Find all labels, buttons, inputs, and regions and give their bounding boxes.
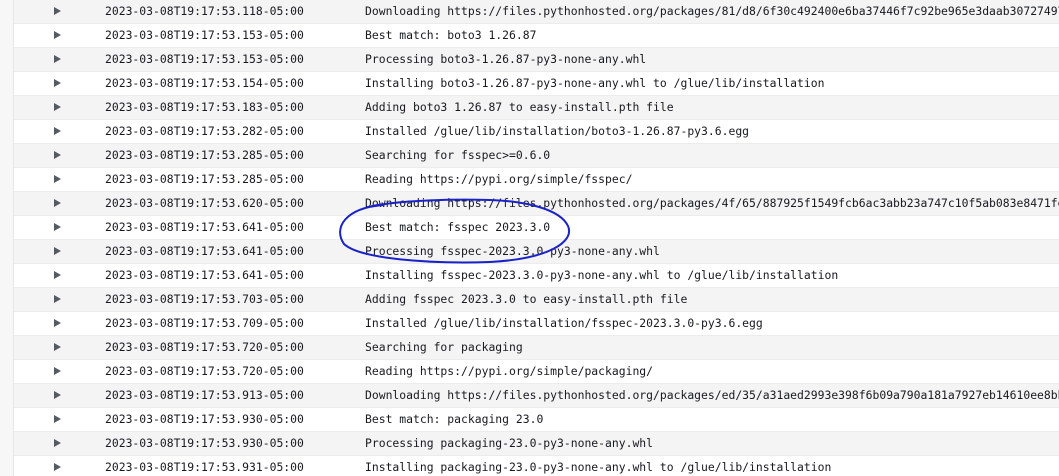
log-message: Searching for packaging — [365, 340, 523, 354]
caret-right-icon[interactable] — [54, 151, 61, 159]
log-row[interactable]: 2023-03-08T19:17:53.118-05:00 Downloading… — [14, 0, 1059, 24]
caret-right-icon[interactable] — [54, 271, 61, 279]
caret-right-icon[interactable] — [54, 319, 61, 327]
caret-right-icon[interactable] — [54, 247, 61, 255]
log-row[interactable]: 2023-03-08T19:17:53.620-05:00 Downloading… — [14, 192, 1059, 216]
caret-right-icon[interactable] — [54, 31, 61, 39]
log-message: Installing packaging-23.0-py3-none-any.w… — [365, 460, 832, 474]
log-timestamp: 2023-03-08T19:17:53.285-05:00 — [105, 172, 304, 186]
log-timestamp: 2023-03-08T19:17:53.641-05:00 — [105, 268, 304, 282]
log-row[interactable]: 2023-03-08T19:17:53.641-05:00 Processing … — [14, 240, 1059, 264]
caret-right-icon[interactable] — [54, 127, 61, 135]
log-message: Best match: boto3 1.26.87 — [365, 28, 537, 42]
log-message: Best match: fsspec 2023.3.0 — [365, 220, 551, 234]
log-row[interactable]: 2023-03-08T19:17:53.641-05:00 Installing … — [14, 264, 1059, 288]
log-message: Adding fsspec 2023.3.0 to easy-install.p… — [365, 292, 688, 306]
log-row[interactable]: 2023-03-08T19:17:53.709-05:00 Installed /… — [14, 312, 1059, 336]
log-timestamp: 2023-03-08T19:17:53.154-05:00 — [105, 76, 304, 90]
log-timestamp: 2023-03-08T19:17:53.720-05:00 — [105, 340, 304, 354]
log-message: Searching for fsspec>=0.6.0 — [365, 148, 551, 162]
log-message: Reading https://pypi.org/simple/fsspec/ — [365, 172, 633, 186]
caret-right-icon[interactable] — [54, 7, 61, 15]
caret-right-icon[interactable] — [54, 295, 61, 303]
log-row[interactable]: 2023-03-08T19:17:53.285-05:00 Reading htt… — [14, 168, 1059, 192]
log-message: Installing boto3-1.26.87-py3-none-any.wh… — [365, 76, 825, 90]
log-row[interactable]: 2023-03-08T19:17:53.282-05:00 Installed /… — [14, 120, 1059, 144]
log-timestamp: 2023-03-08T19:17:53.913-05:00 — [105, 388, 304, 402]
log-row[interactable]: 2023-03-08T19:17:53.641-05:00 Best match:… — [14, 216, 1059, 240]
log-message: Reading https://pypi.org/simple/packagin… — [365, 364, 654, 378]
log-timestamp: 2023-03-08T19:17:53.703-05:00 — [105, 292, 304, 306]
log-message: Downloading https://files.pythonhosted.o… — [365, 388, 1059, 402]
caret-right-icon[interactable] — [54, 463, 61, 471]
caret-right-icon[interactable] — [54, 223, 61, 231]
log-row[interactable]: 2023-03-08T19:17:53.183-05:00 Adding boto… — [14, 96, 1059, 120]
caret-right-icon[interactable] — [54, 199, 61, 207]
log-row[interactable]: 2023-03-08T19:17:53.913-05:00 Downloading… — [14, 384, 1059, 408]
log-timestamp: 2023-03-08T19:17:53.930-05:00 — [105, 436, 304, 450]
log-row[interactable]: 2023-03-08T19:17:53.931-05:00 Installing … — [14, 456, 1059, 476]
log-row[interactable]: 2023-03-08T19:17:53.720-05:00 Reading htt… — [14, 360, 1059, 384]
log-rows: 2023-03-08T19:17:53.118-05:00 Downloading… — [14, 0, 1059, 476]
log-timestamp: 2023-03-08T19:17:53.709-05:00 — [105, 316, 304, 330]
log-row[interactable]: 2023-03-08T19:17:53.703-05:00 Adding fssp… — [14, 288, 1059, 312]
log-message: Processing packaging-23.0-py3-none-any.w… — [365, 436, 654, 450]
left-gutter — [0, 0, 14, 476]
log-message: Installed /glue/lib/installation/boto3-1… — [365, 124, 750, 138]
log-row[interactable]: 2023-03-08T19:17:53.154-05:00 Installing … — [14, 72, 1059, 96]
log-message: Processing boto3-1.26.87-py3-none-any.wh… — [365, 52, 647, 66]
log-timestamp: 2023-03-08T19:17:53.183-05:00 — [105, 100, 304, 114]
log-row[interactable]: 2023-03-08T19:17:53.930-05:00 Best match:… — [14, 408, 1059, 432]
log-message: Downloading https://files.pythonhosted.o… — [365, 196, 1059, 210]
log-timestamp: 2023-03-08T19:17:53.930-05:00 — [105, 412, 304, 426]
log-timestamp: 2023-03-08T19:17:53.931-05:00 — [105, 460, 304, 474]
log-timestamp: 2023-03-08T19:17:53.118-05:00 — [105, 4, 304, 18]
log-message: Installed /glue/lib/installation/fsspec-… — [365, 316, 763, 330]
caret-right-icon[interactable] — [54, 439, 61, 447]
log-timestamp: 2023-03-08T19:17:53.720-05:00 — [105, 364, 304, 378]
log-events-table: 2023-03-08T19:17:53.118-05:00 Downloading… — [0, 0, 1059, 476]
log-timestamp: 2023-03-08T19:17:53.153-05:00 — [105, 52, 304, 66]
log-timestamp: 2023-03-08T19:17:53.282-05:00 — [105, 124, 304, 138]
log-row[interactable]: 2023-03-08T19:17:53.930-05:00 Processing … — [14, 432, 1059, 456]
log-timestamp: 2023-03-08T19:17:53.285-05:00 — [105, 148, 304, 162]
log-row[interactable]: 2023-03-08T19:17:53.153-05:00 Best match:… — [14, 24, 1059, 48]
log-timestamp: 2023-03-08T19:17:53.620-05:00 — [105, 196, 304, 210]
caret-right-icon[interactable] — [54, 175, 61, 183]
log-message: Installing fsspec-2023.3.0-py3-none-any.… — [365, 268, 839, 282]
caret-right-icon[interactable] — [54, 391, 61, 399]
log-timestamp: 2023-03-08T19:17:53.641-05:00 — [105, 220, 304, 234]
log-row[interactable]: 2023-03-08T19:17:53.285-05:00 Searching f… — [14, 144, 1059, 168]
caret-right-icon[interactable] — [54, 79, 61, 87]
caret-right-icon[interactable] — [54, 55, 61, 63]
caret-right-icon[interactable] — [54, 103, 61, 111]
log-timestamp: 2023-03-08T19:17:53.641-05:00 — [105, 244, 304, 258]
log-message: Downloading https://files.pythonhosted.o… — [365, 4, 1059, 18]
caret-right-icon[interactable] — [54, 367, 61, 375]
caret-right-icon[interactable] — [54, 343, 61, 351]
log-row[interactable]: 2023-03-08T19:17:53.720-05:00 Searching f… — [14, 336, 1059, 360]
log-timestamp: 2023-03-08T19:17:53.153-05:00 — [105, 28, 304, 42]
log-message: Adding boto3 1.26.87 to easy-install.pth… — [365, 100, 674, 114]
log-row[interactable]: 2023-03-08T19:17:53.153-05:00 Processing … — [14, 48, 1059, 72]
log-message: Processing fsspec-2023.3.0-py3-none-any.… — [365, 244, 660, 258]
caret-right-icon[interactable] — [54, 415, 61, 423]
log-message: Best match: packaging 23.0 — [365, 412, 544, 426]
